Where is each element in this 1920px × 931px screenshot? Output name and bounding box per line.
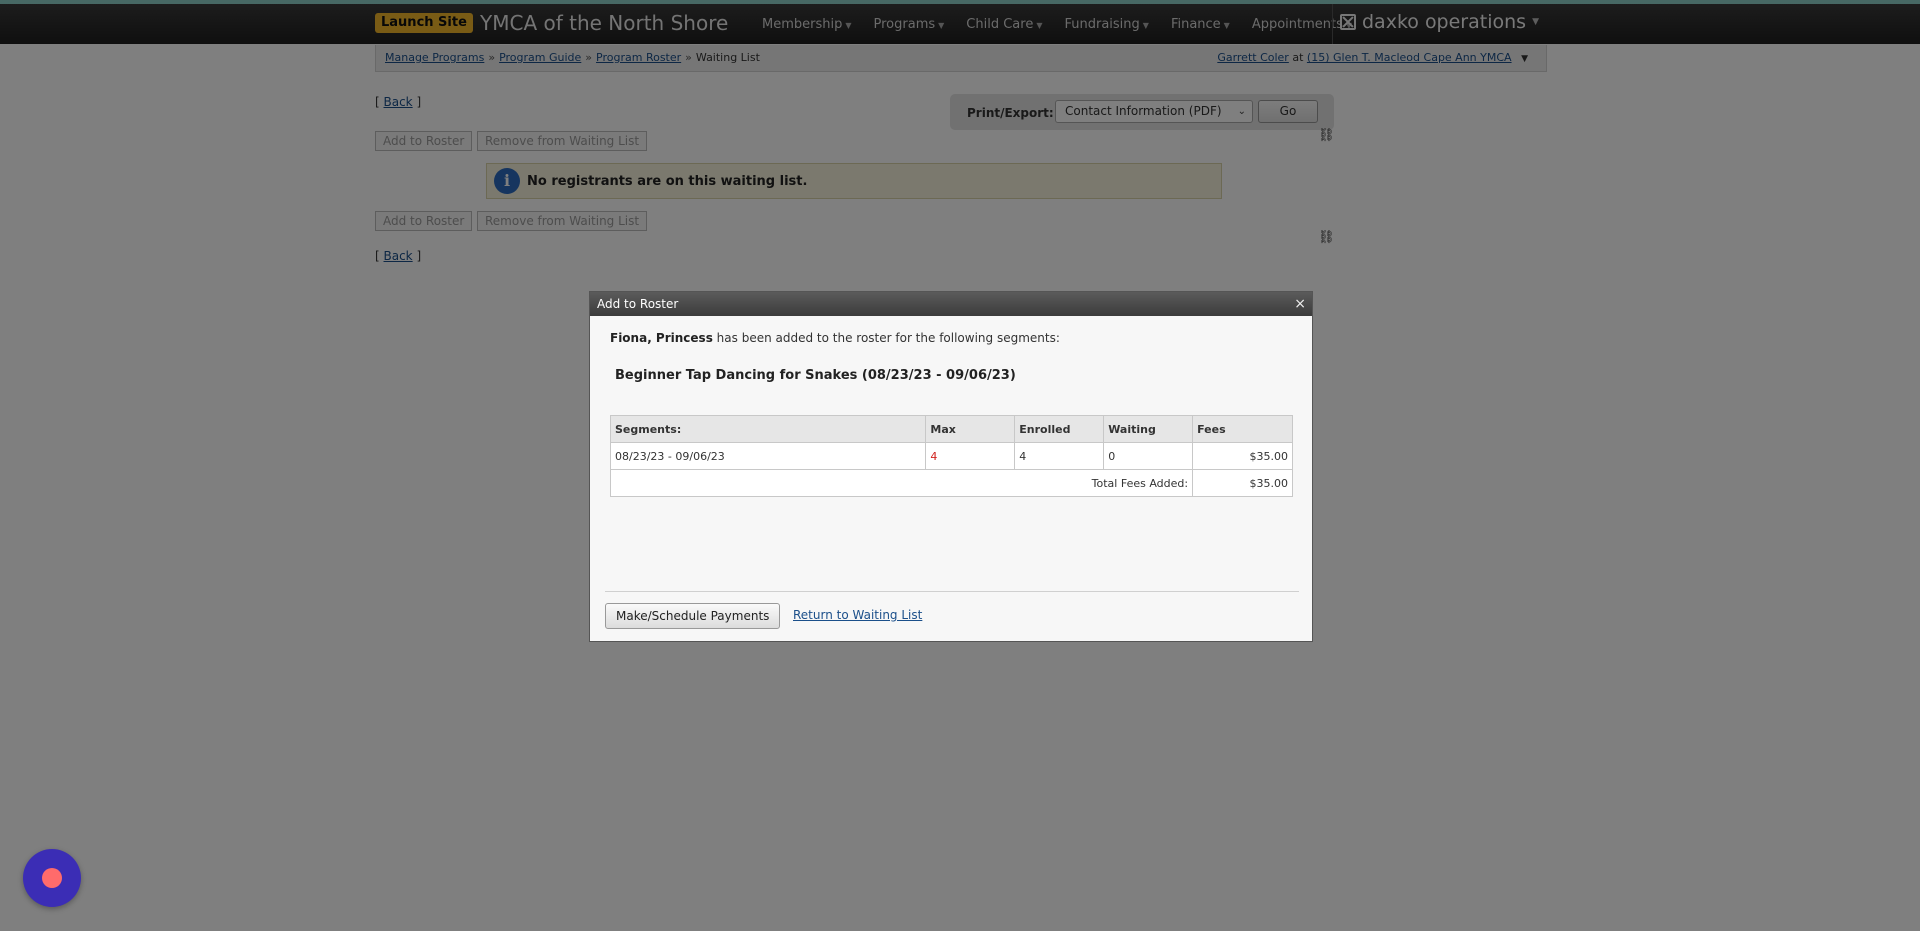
chat-indicator-icon — [42, 868, 62, 888]
confirmation-message: Fiona, Princess has been added to the ro… — [610, 331, 1060, 345]
table-header-row: Segments: Max Enrolled Waiting Fees — [609, 415, 1293, 443]
return-to-waiting-list-link[interactable]: Return to Waiting List — [793, 608, 922, 622]
dialog-title-bar: Add to Roster × — [590, 292, 1312, 316]
segment-waiting: 0 — [1103, 442, 1194, 470]
total-fees-value: $35.00 — [1192, 469, 1293, 497]
chat-widget-button[interactable] — [23, 849, 81, 907]
program-name: Beginner Tap Dancing for Snakes (08/23/2… — [615, 368, 1016, 383]
table-row: 08/23/23 - 09/06/23 4 4 0 $35.00 — [609, 442, 1293, 470]
column-header-segments: Segments: — [609, 415, 927, 443]
dialog-title: Add to Roster — [597, 297, 679, 311]
segment-dates: 08/23/23 - 09/06/23 — [609, 442, 927, 470]
confirmation-text: has been added to the roster for the fol… — [716, 331, 1060, 345]
add-to-roster-dialog: Add to Roster × Fiona, Princess has been… — [589, 291, 1313, 642]
close-icon[interactable]: × — [1294, 292, 1306, 316]
total-row: Total Fees Added: $35.00 — [609, 469, 1293, 497]
column-header-fees: Fees — [1192, 415, 1293, 443]
segment-enrolled: 4 — [1014, 442, 1105, 470]
total-fees-label: Total Fees Added: — [609, 469, 1194, 497]
registrant-name: Fiona, Princess — [610, 331, 713, 345]
make-schedule-payments-button[interactable]: Make/Schedule Payments — [605, 603, 781, 629]
column-header-enrolled: Enrolled — [1014, 415, 1105, 443]
column-header-waiting: Waiting — [1103, 415, 1194, 443]
column-header-max: Max — [925, 415, 1016, 443]
segment-max: 4 — [925, 442, 1016, 470]
segment-fees: $35.00 — [1192, 442, 1293, 470]
segments-table: Segments: Max Enrolled Waiting Fees 08/2… — [609, 415, 1293, 497]
dialog-divider — [605, 591, 1299, 592]
